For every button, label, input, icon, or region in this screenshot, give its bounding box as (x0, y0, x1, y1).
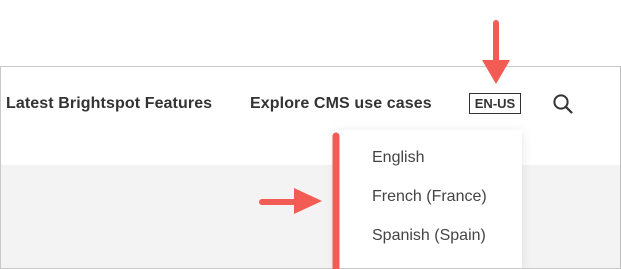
search-button[interactable] (551, 92, 575, 116)
language-selector-button[interactable]: EN-US (469, 93, 521, 114)
page-content-area (1, 165, 620, 268)
language-option-french[interactable]: French (France) (372, 188, 487, 206)
language-option-spanish[interactable]: Spanish (Spain) (372, 227, 486, 245)
search-icon (553, 94, 573, 114)
nav-link-explore-cms[interactable]: Explore CMS use cases (250, 95, 432, 113)
nav-link-latest-features[interactable]: Latest Brightspot Features (6, 95, 212, 113)
language-dropdown-menu: English French (France) Spanish (Spain) (335, 130, 522, 268)
language-option-english[interactable]: English (372, 149, 424, 167)
site-header-frame: Latest Brightspot Features Explore CMS u… (0, 66, 621, 269)
